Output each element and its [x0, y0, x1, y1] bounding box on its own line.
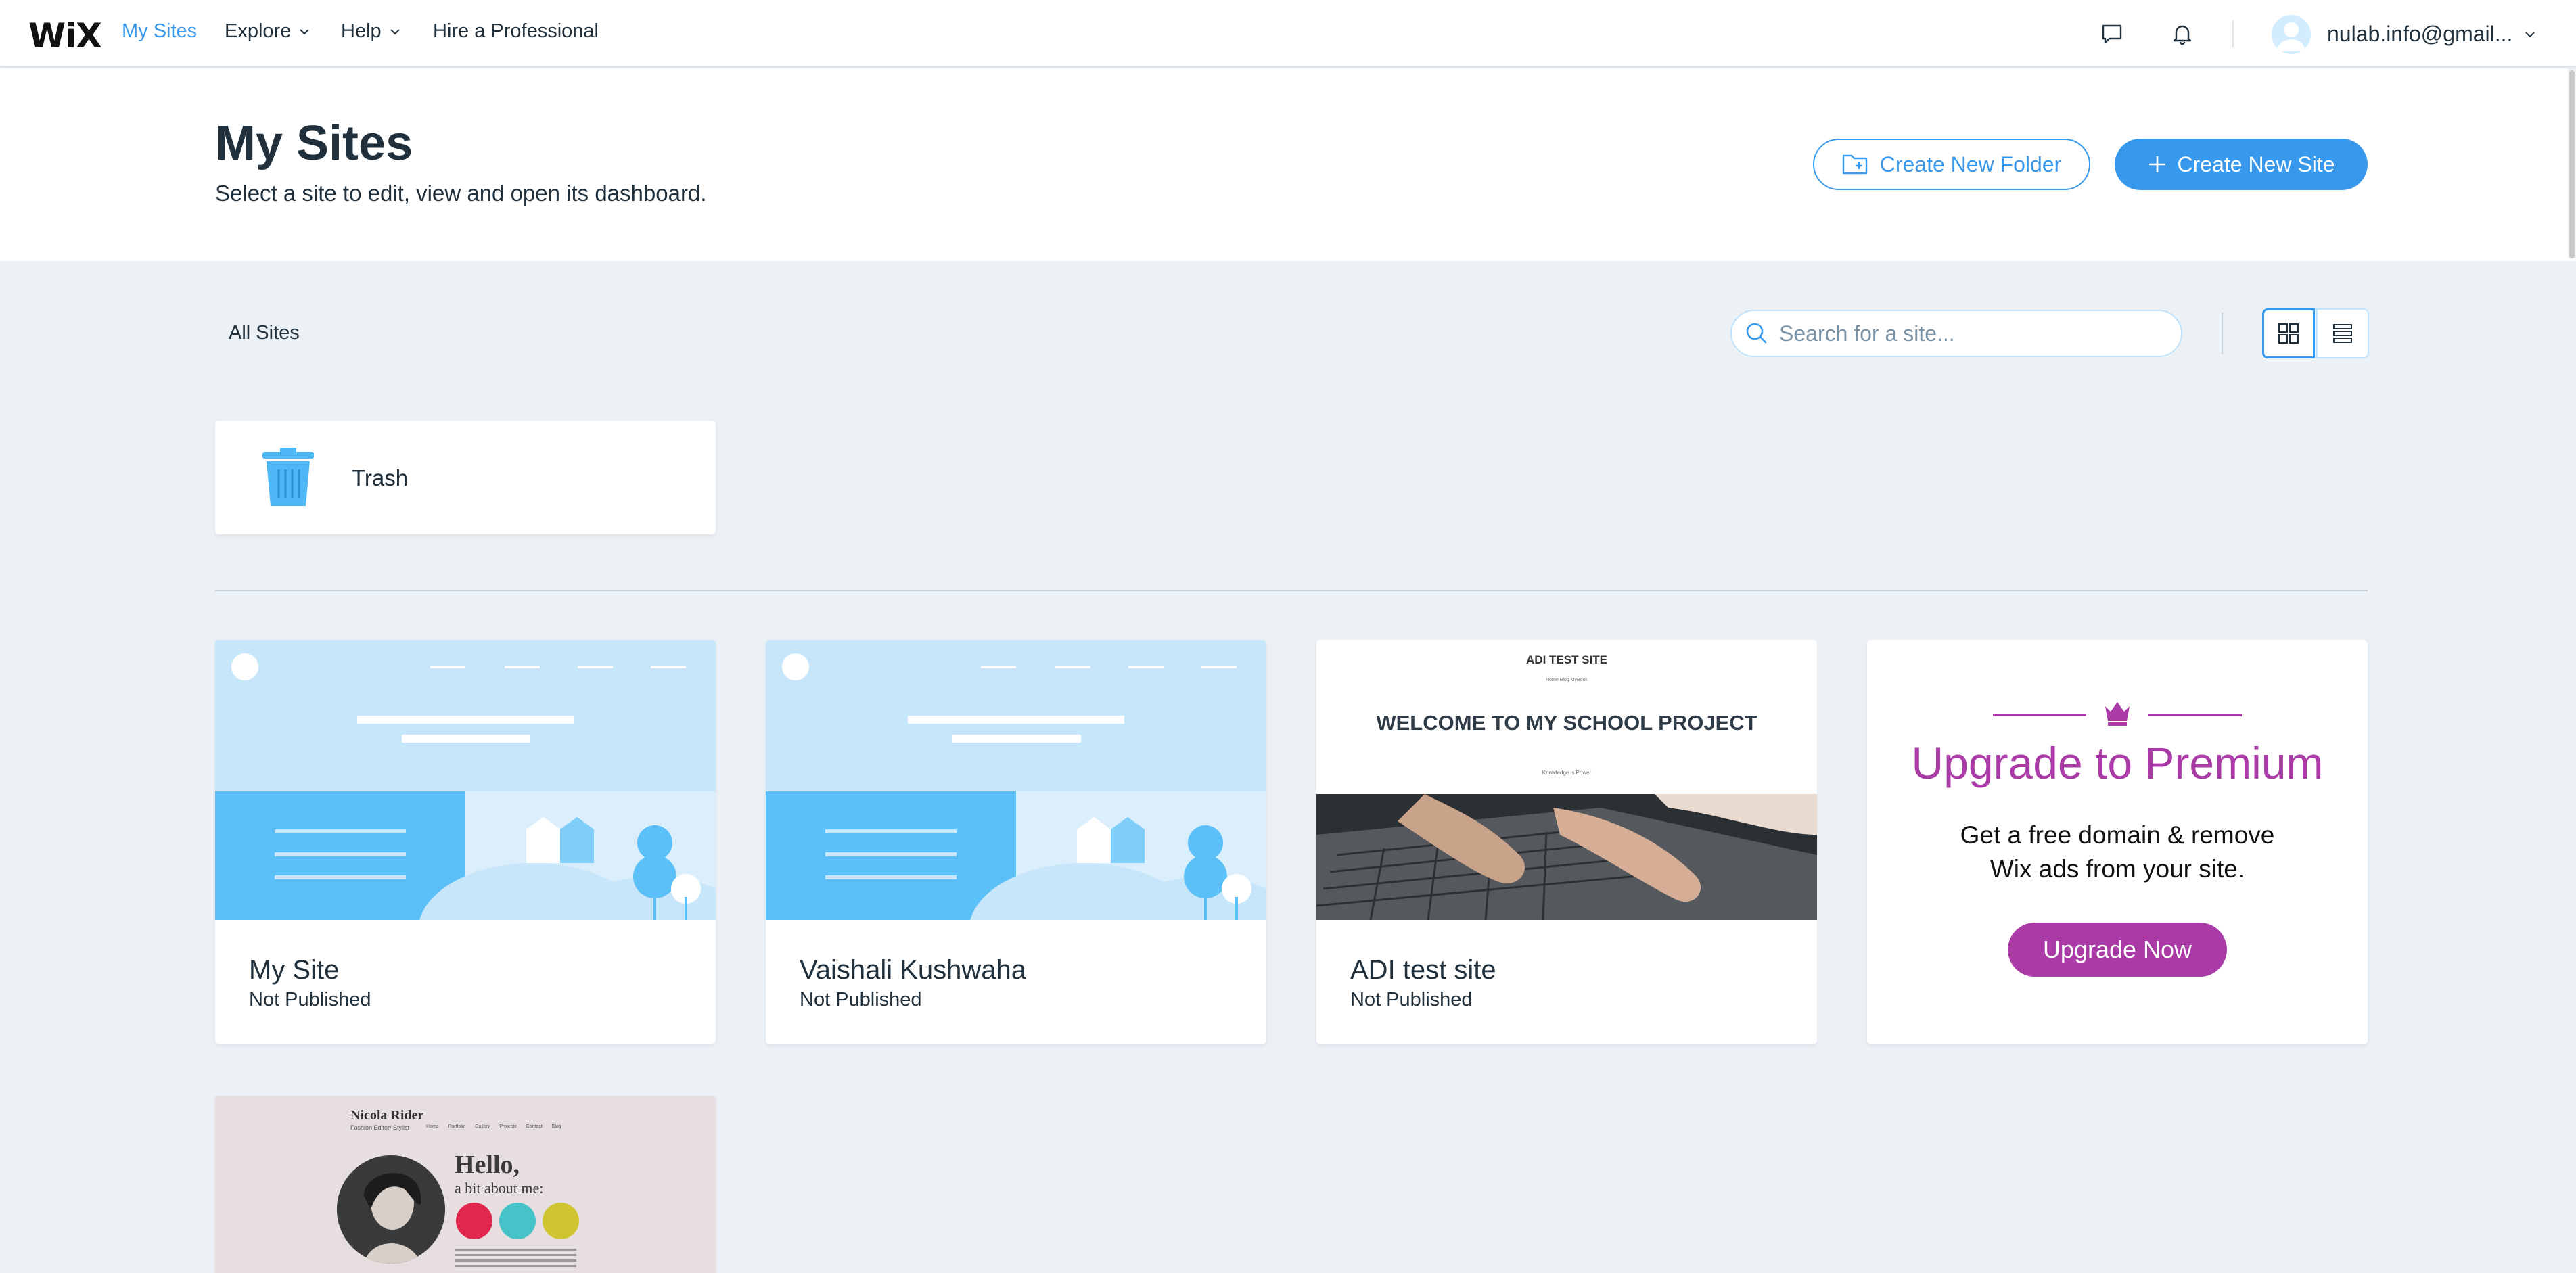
thumbnail-about: a bit about me:: [455, 1180, 544, 1197]
nav-explore-label: Explore: [225, 20, 292, 42]
thumbnail-site-title: ADI TEST SITE: [1526, 653, 1607, 666]
laptop-typing-photo: [1316, 794, 1817, 920]
chevron-down-icon: [390, 28, 400, 34]
upgrade-description-line: Wix ads from your site.: [1990, 855, 2245, 883]
portrait-photo: [337, 1155, 445, 1264]
site-card-my-site[interactable]: My Site Not Published: [215, 640, 716, 1044]
wix-logo[interactable]: WiX: [28, 16, 102, 55]
create-new-site-button[interactable]: Create New Site: [2115, 139, 2368, 190]
search-icon: [1746, 323, 1767, 344]
search-box[interactable]: [1730, 310, 2182, 357]
site-name: My Site: [249, 955, 340, 985]
upgrade-premium-card: Upgrade to Premium Get a free domain & r…: [1867, 640, 2368, 1044]
page-header: My Sites Select a site to edit, view and…: [0, 68, 2576, 261]
site-thumbnail: [766, 640, 1266, 920]
page-title: My Sites: [215, 116, 413, 170]
thumbnail-circle: [543, 1203, 579, 1239]
top-navigation-bar: WiX My Sites Explore Help Hire a Profess…: [0, 0, 2576, 67]
site-thumbnail: [215, 640, 716, 920]
thumbnail-header: ADI TEST SITE Home Blog MyBook WELCOME T…: [1316, 640, 1817, 794]
chat-icon[interactable]: [2097, 19, 2127, 49]
trash-icon: [262, 448, 314, 506]
grid-icon: [2278, 323, 2299, 344]
plus-icon: [2148, 156, 2165, 172]
section-divider: [215, 590, 2368, 591]
grid-view-button[interactable]: [2262, 308, 2315, 358]
folder-plus-icon: [1842, 154, 1867, 175]
trash-folder[interactable]: Trash: [215, 421, 716, 534]
nav-my-sites-label: My Sites: [122, 20, 198, 42]
site-status: Not Published: [249, 989, 371, 1011]
upgrade-description-line: Get a free domain & remove: [1960, 821, 2275, 849]
upgrade-title: Upgrade to Premium: [1911, 738, 2324, 788]
chevron-down-icon: [2525, 31, 2535, 37]
decorative-line: [1993, 714, 2086, 716]
nav-help[interactable]: Help: [341, 20, 400, 43]
site-status: Not Published: [1350, 989, 1473, 1011]
upgrade-now-button[interactable]: Upgrade Now: [2008, 923, 2227, 977]
list-view-button[interactable]: [2316, 308, 2369, 358]
thumbnail-hello: Hello,: [455, 1151, 520, 1179]
site-thumbnail: ADI TEST SITE Home Blog MyBook WELCOME T…: [1316, 640, 1817, 920]
thumbnail-subtitle: Fashion Editor/ Stylist: [350, 1124, 410, 1131]
decorative-line: [2148, 714, 2242, 716]
thumbnail-nav: Home Blog MyBook: [1546, 678, 1588, 682]
site-card-vaishali-kushwaha[interactable]: Vaishali Kushwaha Not Published: [766, 640, 1266, 1044]
topbar-separator: [2232, 20, 2234, 47]
nav-my-sites[interactable]: My Sites: [122, 20, 197, 43]
toolbar-separator: [2222, 313, 2223, 354]
nav-hire-label: Hire a Professional: [433, 20, 599, 42]
trash-label: Trash: [352, 465, 409, 490]
thumbnail-site-title: Nicola Rider: [350, 1108, 424, 1123]
avatar[interactable]: [2272, 15, 2311, 54]
create-new-site-label: Create New Site: [2177, 152, 2335, 177]
crown-icon: [2105, 702, 2130, 726]
site-card-adi-test-site[interactable]: ADI TEST SITE Home Blog MyBook WELCOME T…: [1316, 640, 1817, 1044]
list-icon: [2333, 324, 2352, 343]
create-new-folder-label: Create New Folder: [1879, 152, 2062, 177]
thumbnail-welcome: WELCOME TO MY SCHOOL PROJECT: [1376, 711, 1757, 735]
bell-icon[interactable]: [2167, 19, 2197, 49]
site-name: Vaishali Kushwaha: [800, 955, 1027, 985]
chevron-down-icon: [300, 28, 310, 34]
site-name: ADI test site: [1350, 955, 1496, 985]
thumbnail-circle: [499, 1203, 536, 1239]
thumbnail-nav: Home Portfolio Gallery Projects Contact …: [426, 1124, 561, 1129]
thumbnail-tagline: Knowledge is Power: [1542, 770, 1592, 776]
account-menu[interactable]: nulab.info@gmail...: [2327, 22, 2535, 47]
nav-explore[interactable]: Explore: [225, 20, 310, 43]
search-input[interactable]: [1779, 321, 2158, 346]
nav-hire-professional[interactable]: Hire a Professional: [433, 20, 599, 43]
account-email: nulab.info@gmail...: [2327, 22, 2513, 46]
page-subtitle: Select a site to edit, view and open its…: [215, 181, 707, 206]
scrollbar-thumb[interactable]: [2569, 70, 2575, 258]
nav-help-label: Help: [341, 20, 382, 42]
site-status: Not Published: [800, 989, 922, 1011]
thumbnail-circle: [456, 1203, 492, 1239]
thumbnail-body-text: [455, 1249, 576, 1269]
upgrade-description: Get a free domain & remove Wix ads from …: [1867, 818, 2368, 886]
create-new-folder-button[interactable]: Create New Folder: [1813, 139, 2090, 190]
breadcrumb-all-sites[interactable]: All Sites: [229, 322, 300, 344]
site-card-nicola-rider[interactable]: Nicola Rider Fashion Editor/ Stylist Hom…: [215, 1096, 716, 1273]
